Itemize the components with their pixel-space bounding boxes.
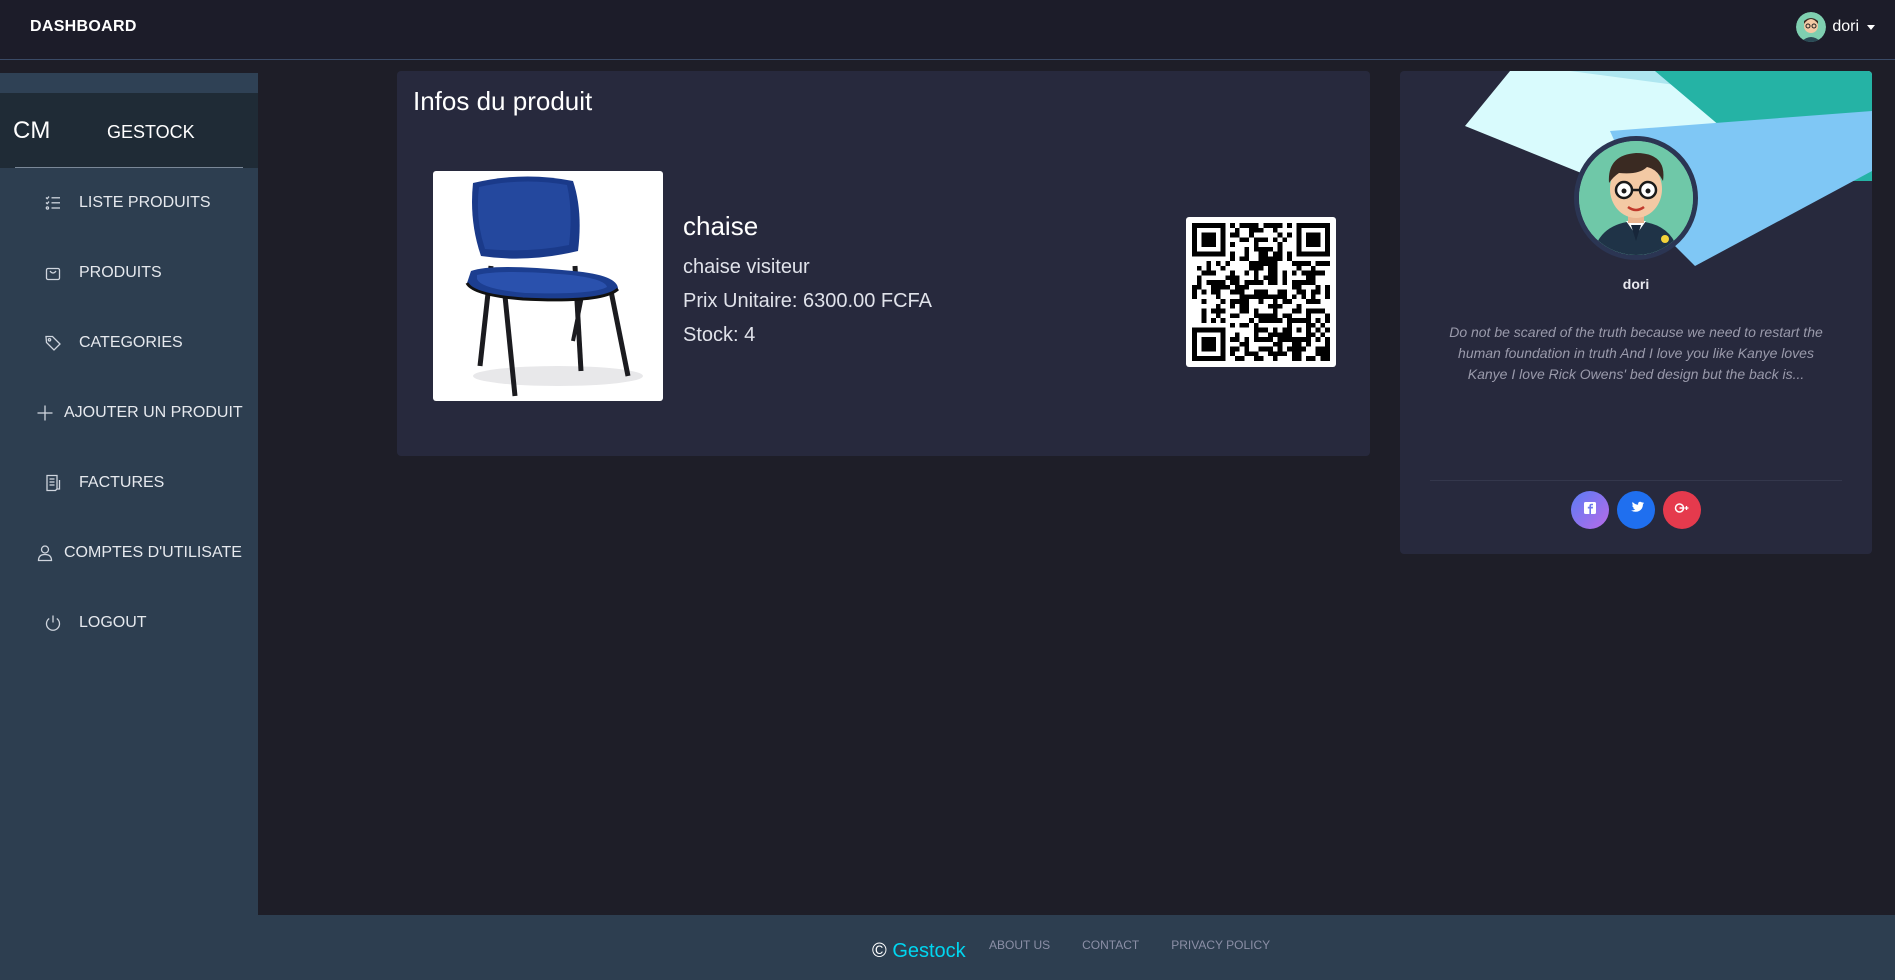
receipt-icon — [43, 473, 63, 493]
product-name: chaise — [683, 211, 759, 241]
product-stock: Stock: 4 — [683, 324, 756, 346]
social-links — [1400, 491, 1872, 529]
shopping-bag-icon — [43, 263, 63, 283]
list-icon — [43, 193, 63, 213]
sidebar-item-produits[interactable]: PRODUITS — [0, 238, 258, 308]
profile-name: dori — [1622, 276, 1650, 292]
qr-code-image — [1186, 217, 1336, 367]
sidebar-item-label: LOGOUT — [79, 614, 147, 631]
sidebar-item-label: CATEGORIES — [79, 334, 183, 351]
avatar — [1796, 12, 1827, 42]
user-icon — [35, 543, 55, 563]
footer-brand-link[interactable]: Gestock — [892, 940, 965, 962]
facebook-button[interactable] — [1571, 491, 1609, 529]
footer-copyright: © Gestock — [872, 940, 966, 963]
profile-bio: Do not be scared of the truth because we… — [1449, 324, 1823, 382]
product-image — [433, 171, 663, 401]
navbar-brand[interactable]: DASHBOARD — [30, 18, 137, 36]
user-name: dori — [1832, 18, 1859, 35]
power-icon — [43, 613, 63, 633]
sidebar-item-label: LISTE PRODUITS — [79, 194, 211, 211]
product-info-card: Infos du produit chaise chaise visiteur … — [397, 71, 1370, 456]
logo-mini[interactable]: CM — [13, 117, 49, 145]
sidebar-divider — [15, 167, 243, 168]
user-menu[interactable]: dori — [1796, 12, 1875, 42]
sidebar-item-label: COMPTES D'UTILISATE — [64, 544, 242, 561]
logo-text[interactable]: GESTOCK — [107, 122, 195, 143]
product-description: chaise visiteur — [683, 256, 810, 278]
sidebar-item-liste-produits[interactable]: LISTE PRODUITS — [0, 168, 258, 238]
product-price: Prix Unitaire: 6300.00 FCFA — [683, 290, 932, 312]
google-plus-icon — [1674, 501, 1690, 519]
profile-divider — [1430, 480, 1842, 481]
sidebar-item-label: FACTURES — [79, 474, 165, 491]
footer-link-contact[interactable]: CONTACT — [1082, 938, 1139, 952]
sidebar-item-ajouter-produit[interactable]: AJOUTER UN PRODUIT — [0, 378, 258, 448]
sidebar-top-stripe — [0, 73, 258, 93]
twitter-button[interactable] — [1617, 491, 1655, 529]
footer-links: ABOUT US CONTACT PRIVACY POLICY — [989, 938, 1270, 952]
card-title: Infos du produit — [413, 86, 593, 116]
avatar — [1574, 136, 1698, 260]
facebook-icon — [1583, 501, 1597, 520]
sidebar: CM GESTOCK LISTE PRODUITS PRODUITS CATEG… — [0, 73, 258, 980]
top-navbar: DASHBOARD dori — [0, 0, 1895, 60]
sidebar-item-label: AJOUTER UN PRODUIT — [64, 404, 243, 421]
sidebar-item-label: PRODUITS — [79, 264, 162, 281]
tag-icon — [43, 333, 63, 353]
twitter-icon — [1628, 501, 1644, 520]
sidebar-item-logout[interactable]: LOGOUT — [0, 588, 258, 658]
sidebar-menu: LISTE PRODUITS PRODUITS CATEGORIES AJOUT… — [0, 168, 258, 658]
footer-link-privacy[interactable]: PRIVACY POLICY — [1171, 938, 1270, 952]
sidebar-header: CM GESTOCK — [0, 93, 258, 168]
sidebar-item-categories[interactable]: CATEGORIES — [0, 308, 258, 378]
chevron-down-icon — [1867, 24, 1875, 30]
user-profile-card: dori Do not be scared of the truth becau… — [1400, 71, 1872, 554]
footer: © Gestock ABOUT US CONTACT PRIVACY POLIC… — [258, 915, 1895, 980]
plus-icon — [35, 403, 55, 423]
product-details: chaise chaise visiteur Prix Unitaire: 63… — [683, 211, 932, 358]
sidebar-item-comptes[interactable]: COMPTES D'UTILISATE — [0, 518, 258, 588]
sidebar-item-factures[interactable]: FACTURES — [0, 448, 258, 518]
copyright-symbol: © — [872, 940, 887, 962]
footer-link-about[interactable]: ABOUT US — [989, 938, 1050, 952]
google-plus-button[interactable] — [1663, 491, 1701, 529]
